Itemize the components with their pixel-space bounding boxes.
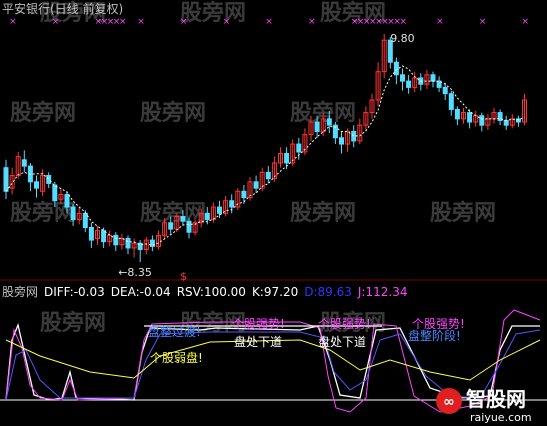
indicator-value: -0.04 — [139, 285, 171, 299]
indicator-values: DIFF:-0.03 DEA:-0.04 RSV:100.00 K:97.20 D:89… — [44, 285, 413, 299]
candle-body — [217, 206, 222, 214]
indicator-field: K:97.20 — [252, 285, 298, 299]
candle-body — [479, 115, 485, 126]
candle-body — [253, 181, 259, 189]
candle-body — [454, 108, 460, 120]
signal-marker: × — [119, 17, 127, 27]
signal-marker: × — [265, 17, 273, 27]
signal-marker: × — [522, 17, 530, 27]
candle-body — [406, 80, 412, 88]
indicator-label: DIFF: — [44, 285, 74, 299]
candle-body — [229, 200, 235, 208]
candle-body — [326, 118, 332, 126]
candle-body — [241, 190, 247, 199]
candle-body — [168, 222, 174, 230]
signal-marker: × — [479, 17, 487, 27]
candle-body — [467, 112, 473, 123]
indicator-label: K: — [251, 285, 264, 299]
watermark: 股旁网 — [140, 100, 206, 126]
candle-body — [314, 121, 320, 132]
candle-body — [265, 171, 271, 180]
indicator-field: DIFF:-0.03 — [44, 285, 105, 299]
candle-body — [149, 239, 155, 247]
signal-mark: $ — [180, 270, 187, 283]
candle-body — [400, 74, 405, 82]
indicator-field: RSV:100.00 — [177, 285, 246, 299]
indicator-label: D: — [304, 285, 318, 299]
candle-body — [448, 93, 454, 110]
signal-marker: × — [400, 17, 408, 27]
candle-body — [101, 230, 107, 243]
chart-title: 平安银行(日线 前复权) — [2, 2, 124, 16]
indicator-value: 112.34 — [365, 285, 408, 299]
candle-body — [21, 159, 27, 167]
annotation-text: 盘处下道 — [234, 334, 282, 349]
indicator-field: J:112.34 — [358, 285, 408, 299]
signal-marker: × — [137, 17, 145, 27]
candle-body — [82, 212, 88, 228]
high-price-label: 9.80 — [390, 32, 415, 45]
indicator-value: 100.00 — [203, 285, 246, 299]
indicator-value: 97.20 — [263, 285, 299, 299]
candle-body — [503, 119, 509, 126]
indicator-value: -0.03 — [73, 285, 105, 299]
candle-body — [3, 167, 9, 192]
indicator-label: RSV: — [176, 285, 204, 299]
signal-marker: × — [52, 17, 60, 27]
candle-body — [180, 215, 186, 222]
logo-mark: ∞ — [443, 394, 455, 410]
annotation-text: 个股弱盘! — [150, 350, 203, 365]
candle-body — [442, 86, 448, 95]
candle-body — [393, 61, 399, 76]
signal-marker: × — [9, 17, 17, 27]
signal-marker: × — [436, 17, 444, 27]
watermark: 股旁网 — [430, 200, 496, 226]
candle-body — [204, 212, 210, 221]
candle-body — [339, 137, 344, 145]
annotation-text: 个股强势! — [232, 317, 285, 331]
candle-body — [125, 238, 131, 249]
signal-marker: × — [180, 17, 188, 27]
candle-body — [88, 226, 94, 241]
candle-body — [296, 143, 302, 153]
annotation-text: 盘整过渡! — [148, 324, 201, 339]
candle-body — [351, 130, 357, 142]
watermark: 股旁网 — [290, 200, 356, 226]
candle-body — [34, 181, 39, 189]
candle-body — [46, 175, 52, 184]
stock-chart: 股旁网 股旁网 股旁网股旁网 股旁网股旁网 股旁网 股旁网 股旁网股旁网股旁网 股旁网 股旁网×… — [0, 0, 547, 424]
candle-body — [284, 153, 290, 164]
annotation-text: 盘处下道 — [318, 334, 366, 349]
indicator-field: D:89.63 — [304, 285, 352, 299]
candle-body — [430, 74, 436, 82]
candle-body — [70, 206, 76, 221]
watermark: 股旁网 — [10, 100, 76, 126]
candle-body — [113, 234, 119, 246]
indicator-name: 股旁网 — [2, 285, 39, 299]
annotation-text: 盘整阶段! — [408, 328, 461, 343]
indicator-label: DEA: — [110, 285, 140, 299]
logo-text: 智股网 — [466, 387, 526, 411]
candle-body — [52, 184, 58, 202]
logo-subtext: raiyue.com — [470, 411, 532, 424]
watermark: 股旁网 — [180, 0, 246, 26]
candle-body — [64, 193, 70, 208]
annotation-text: 个股强势! — [318, 317, 371, 331]
watermark: 股旁网 — [140, 200, 206, 226]
signal-marker: × — [223, 17, 231, 27]
low-price-label: ←8.35 — [118, 266, 152, 279]
indicator-field: DEA:-0.04 — [111, 285, 171, 299]
watermark: 股旁网 — [40, 310, 106, 336]
indicator-value: 89.63 — [317, 285, 352, 299]
signal-marker: × — [308, 17, 316, 27]
candle-body — [186, 220, 192, 233]
